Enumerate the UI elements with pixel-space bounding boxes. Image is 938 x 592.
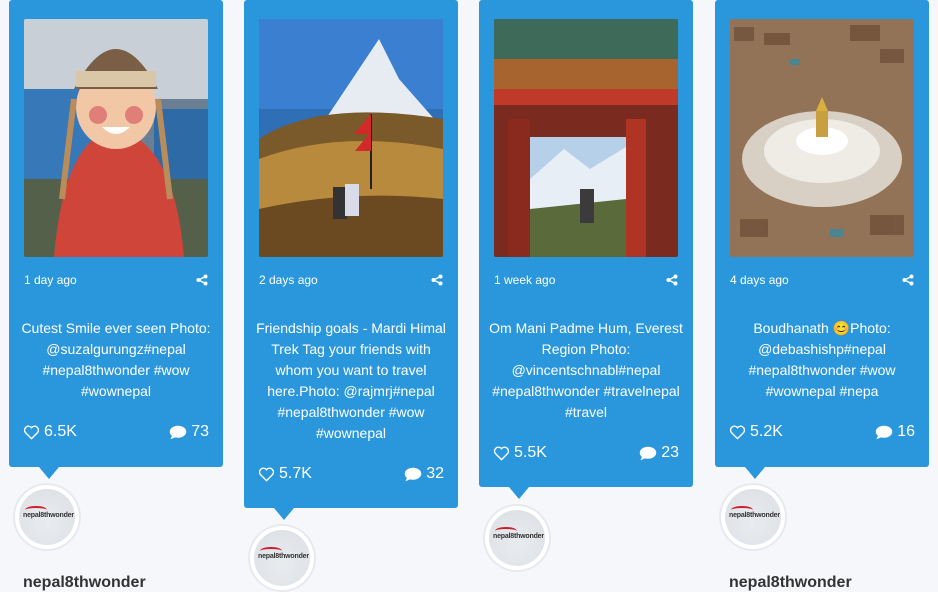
post-photo[interactable] <box>259 19 443 257</box>
like-count: 6.5K <box>44 423 77 440</box>
post-caption: Friendship goals - Mardi Himal Trek Tag … <box>256 320 446 441</box>
post-card[interactable]: 1 day ago Cutest Smile ever seen Photo: … <box>9 0 223 479</box>
share-icon[interactable] <box>666 274 678 286</box>
card-pointer <box>39 467 59 479</box>
avatar-logo: nepal8thwonder <box>258 553 309 560</box>
comment-button[interactable]: 16 <box>875 423 915 441</box>
post-card-1: 1 day ago Cutest Smile ever seen Photo: … <box>9 0 223 591</box>
comment-button[interactable]: 23 <box>639 444 679 462</box>
avatar[interactable]: nepal8thwonder <box>250 526 314 590</box>
like-button[interactable]: 5.2K <box>729 423 783 441</box>
comment-icon <box>639 446 657 460</box>
post-time: 1 week ago <box>494 273 556 287</box>
comment-icon <box>404 467 422 481</box>
post-photo[interactable] <box>494 19 678 257</box>
share-icon[interactable] <box>431 274 443 286</box>
comment-icon <box>169 425 187 439</box>
like-button[interactable]: 5.5K <box>493 444 547 462</box>
post-card-4: 4 days ago Boudhanath 😊Photo: @debashish… <box>715 0 929 591</box>
username[interactable]: nepal8thwonder <box>729 574 852 592</box>
post-caption: Boudhanath 😊Photo: @debashishp#nepal #ne… <box>748 320 896 399</box>
avatar[interactable]: nepal8thwonder <box>721 485 785 549</box>
avatar-logo: nepal8thwonder <box>493 533 544 540</box>
card-pointer <box>274 508 294 520</box>
post-caption: Cutest Smile ever seen Photo: @suzalguru… <box>21 320 211 399</box>
comment-button[interactable]: 32 <box>404 465 444 483</box>
share-icon[interactable] <box>902 274 914 286</box>
post-time: 4 days ago <box>730 273 789 287</box>
heart-icon <box>729 425 746 440</box>
post-card[interactable]: 4 days ago Boudhanath 😊Photo: @debashish… <box>715 0 929 479</box>
comment-count: 32 <box>426 465 444 482</box>
avatar[interactable]: nepal8thwonder <box>485 506 549 570</box>
avatar-logo: nepal8thwonder <box>23 512 74 519</box>
like-count: 5.5K <box>514 444 547 461</box>
post-card-2: 2 days ago Friendship goals - Mardi Hima… <box>244 0 458 590</box>
post-time: 2 days ago <box>259 273 318 287</box>
heart-icon <box>258 467 275 482</box>
comment-button[interactable]: 73 <box>169 423 209 441</box>
card-pointer <box>509 487 529 499</box>
like-count: 5.2K <box>750 423 783 440</box>
avatar-logo: nepal8thwonder <box>729 512 780 519</box>
avatar[interactable]: nepal8thwonder <box>15 485 79 549</box>
post-card[interactable]: 2 days ago Friendship goals - Mardi Hima… <box>244 0 458 520</box>
card-pointer <box>745 467 765 479</box>
post-photo[interactable] <box>24 19 208 257</box>
username[interactable]: nepal8thwonder <box>23 574 146 592</box>
post-time: 1 day ago <box>24 273 77 287</box>
comment-count: 23 <box>661 444 679 461</box>
comment-count: 16 <box>897 423 915 440</box>
post-card[interactable]: 1 week ago Om Mani Padme Hum, Everest Re… <box>479 0 693 499</box>
post-photo[interactable] <box>730 19 914 257</box>
comment-icon <box>875 425 893 439</box>
heart-icon <box>23 425 40 440</box>
post-card-3: 1 week ago Om Mani Padme Hum, Everest Re… <box>479 0 693 570</box>
post-caption: Om Mani Padme Hum, Everest Region Photo:… <box>489 320 683 420</box>
like-button[interactable]: 6.5K <box>23 423 77 441</box>
comment-count: 73 <box>191 423 209 440</box>
heart-icon <box>493 446 510 461</box>
like-count: 5.7K <box>279 465 312 482</box>
share-icon[interactable] <box>196 274 208 286</box>
like-button[interactable]: 5.7K <box>258 465 312 483</box>
